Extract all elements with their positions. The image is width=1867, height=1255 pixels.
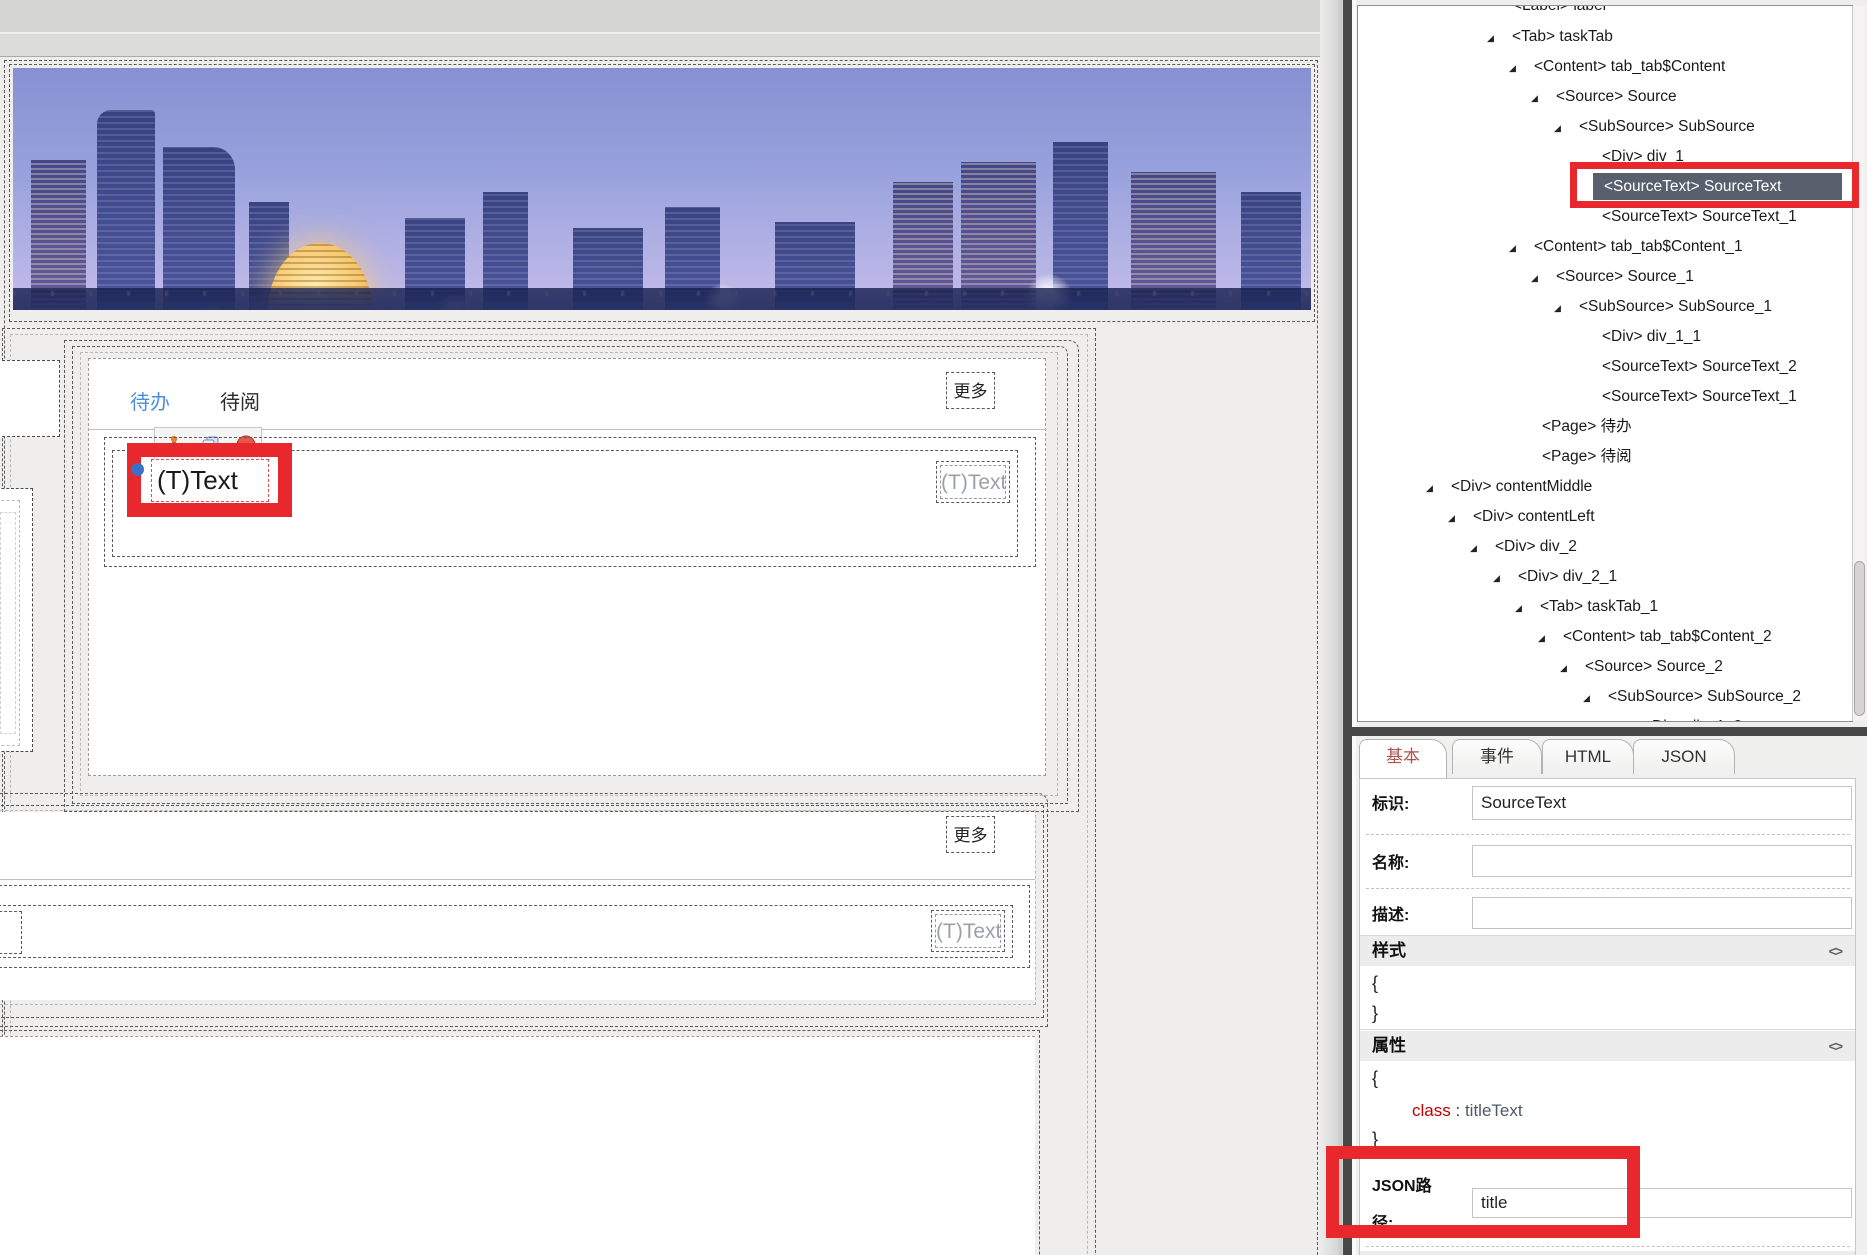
attr-code-line[interactable]: class : titleText (1412, 1096, 1523, 1126)
id-input[interactable] (1472, 786, 1852, 820)
building-silhouette (97, 110, 155, 310)
tree-node[interactable]: <Page> 待办 (1542, 415, 1632, 439)
more-link-bottom[interactable]: 更多 (946, 816, 995, 853)
tree-expand-icon[interactable]: ◢ (1487, 26, 1494, 50)
annotation-box-selected-text (127, 443, 292, 517)
horizontal-splitter[interactable] (1351, 727, 1867, 736)
field-label-name: 名称: (1372, 855, 1410, 872)
attr-code-open[interactable]: { (1372, 1063, 1378, 1093)
annotation-box-tree-selection (1570, 162, 1859, 208)
desc-input[interactable] (1472, 897, 1852, 929)
design-canvas[interactable]: 待办 待阅 更多 (T)Text (T)Text 更多 (T)Text (0, 0, 1344, 1255)
style-code-close[interactable]: } (1372, 998, 1378, 1028)
sourcetext-element-right[interactable]: (T)Text (936, 461, 1010, 503)
banner-image[interactable] (13, 68, 1311, 310)
section3-panel[interactable] (0, 1036, 1035, 1255)
splitter-bar[interactable] (1343, 0, 1352, 1255)
tree-node[interactable]: <SourceText> SourceText_2 (1602, 355, 1797, 379)
code-edit-icon[interactable]: <> (1829, 1031, 1843, 1061)
next-section-partial (1360, 1251, 1855, 1255)
building-silhouette (163, 147, 235, 310)
window-chrome-bar (0, 0, 1344, 33)
name-input[interactable] (1472, 845, 1852, 877)
tree-node[interactable]: <SourceText> SourceText_1 (1602, 205, 1797, 229)
attr-section-header: 属性 <> (1360, 1031, 1855, 1061)
tree-expand-icon[interactable]: ◢ (1509, 236, 1516, 260)
field-label-id: 标识: (1372, 796, 1410, 813)
tree-expand-icon[interactable]: ◢ (1554, 116, 1561, 140)
tree-expand-icon[interactable]: ◢ (1554, 296, 1561, 320)
left-column-sub-inner[interactable] (0, 512, 16, 734)
section-divider (1360, 1029, 1855, 1030)
left-column-box[interactable] (0, 360, 60, 437)
field-divider (1366, 1246, 1850, 1247)
tab2-separator (0, 879, 1035, 880)
field-divider (1366, 888, 1850, 889)
tab-events[interactable]: 事件 (1452, 739, 1542, 774)
tree-scrollbar-thumb[interactable] (1854, 561, 1865, 716)
tree-expand-icon[interactable]: ◢ (1583, 686, 1590, 710)
drag-handle-dot[interactable] (131, 463, 144, 476)
code-edit-icon[interactable]: <> (1829, 936, 1843, 966)
tree-expand-icon[interactable]: ◢ (1531, 266, 1538, 290)
tree-expand-icon[interactable]: ◢ (1448, 506, 1455, 530)
tree-expand-icon[interactable]: ◢ (1538, 626, 1545, 650)
source2-row-inner[interactable] (0, 905, 1013, 958)
tree-expand-icon[interactable]: ◢ (1470, 536, 1477, 560)
style-code-open[interactable]: { (1372, 968, 1378, 998)
field-label-desc: 描述: (1372, 907, 1410, 924)
canvas-tab-toread[interactable]: 待阅 (220, 386, 260, 415)
tree-expand-icon[interactable]: ◢ (1509, 56, 1516, 80)
component-tree-panel[interactable]: <Label> label ◢ <Tab> taskTab ◢ <Content> … (1357, 5, 1853, 722)
tab-html[interactable]: HTML (1542, 739, 1634, 774)
tree-node[interactable]: <Div> div_1_1 (1602, 325, 1701, 349)
tree-expand-icon[interactable]: ◢ (1531, 86, 1538, 110)
horizon-strip (13, 288, 1311, 310)
style-section-header: 样式 <> (1360, 936, 1855, 966)
tree-expand-icon[interactable]: ◢ (1493, 566, 1500, 590)
tree-node[interactable]: <SourceText> SourceText_1 (1602, 385, 1797, 409)
ui-designer-window: 待办 待阅 更多 (T)Text (T)Text 更多 (T)Text <Lab… (0, 0, 1867, 1255)
tree-node[interactable]: <Label> label (1513, 6, 1606, 18)
tree-expand-icon[interactable]: ◢ (1426, 476, 1433, 500)
sourcetext-placeholder2[interactable]: (T)Text (935, 914, 1001, 948)
sourcetext-placeholder[interactable]: (T)Text (940, 465, 1006, 499)
vertical-splitter[interactable] (1320, 0, 1357, 1255)
annotation-box-jsonpath (1326, 1146, 1640, 1238)
tree-node[interactable]: <Page> 待阅 (1542, 445, 1632, 469)
tab-basic[interactable]: 基本 (1359, 739, 1447, 778)
sourcetext-element-clipped[interactable]: (T)Text (0, 911, 22, 954)
more-link-top[interactable]: 更多 (946, 372, 995, 409)
tree-expand-icon[interactable]: ◢ (1560, 656, 1567, 680)
tree-node[interactable]: <Div> div_1_2 (1643, 715, 1742, 721)
canvas-tab-todo[interactable]: 待办 (130, 386, 170, 415)
sourcetext-element-right2[interactable]: (T)Text (931, 910, 1005, 952)
tab-json[interactable]: JSON (1633, 739, 1735, 774)
task-tab-panel[interactable] (88, 358, 1046, 776)
tree-expand-icon[interactable]: ◢ (1515, 596, 1522, 620)
field-divider (1366, 834, 1850, 835)
toolbar-strip (0, 34, 1344, 57)
tree-scrollbar[interactable] (1852, 6, 1866, 721)
